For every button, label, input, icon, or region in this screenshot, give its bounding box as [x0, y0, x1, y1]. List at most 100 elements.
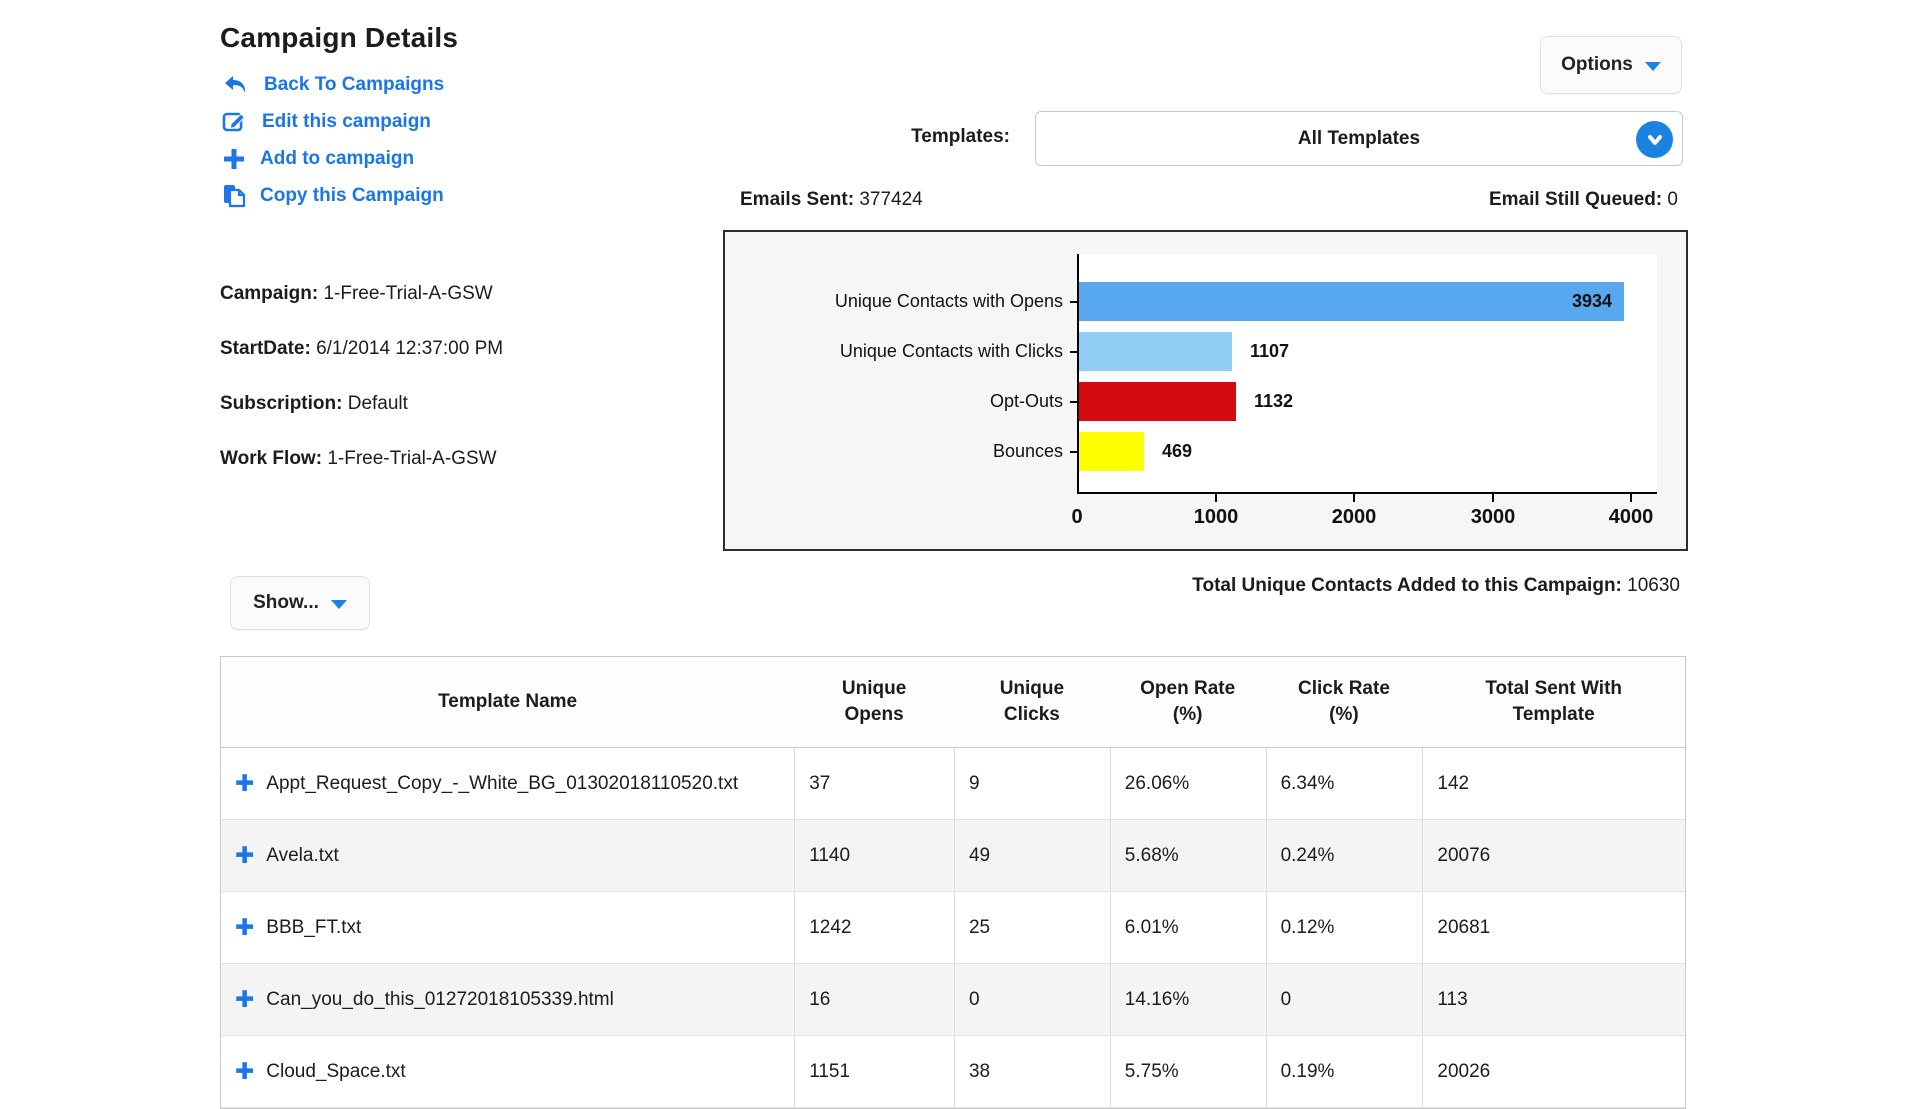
chevron-down-circle-icon [1636, 121, 1673, 158]
emails-queued-stat: Email Still Queued: 0 [1300, 189, 1678, 211]
expand-plus-icon[interactable]: ✚ [235, 844, 254, 867]
chart-category-label: Bounces [992, 441, 1063, 461]
column-header-template-name: Template Name [438, 691, 578, 713]
chart-category-label: Opt-Outs [989, 391, 1063, 411]
action-link-label: Back To Campaigns [264, 73, 445, 95]
template-stats-table: Template Name Unique Opens Unique Clicks Op… [220, 656, 1686, 1109]
table-cell: 20681 [1422, 892, 1685, 963]
y-axis-tick [1070, 400, 1079, 403]
table-cell: 0 [953, 964, 1110, 1035]
table-cell: 37 [794, 748, 954, 819]
action-link-copy-this-campaign[interactable]: Copy this Campaign [222, 177, 444, 214]
table-cell: 26.06% [1109, 748, 1266, 819]
x-axis-tick-label: 4000 [1608, 506, 1654, 528]
table-cell: 20026 [1422, 1036, 1685, 1107]
info-value: 1-Free-Trial-A-GSW [318, 283, 493, 304]
options-button[interactable]: Options [1540, 36, 1682, 94]
table-cell: 5.68% [1109, 820, 1266, 891]
chart-bar-value: 469 [1162, 441, 1193, 461]
table-cell: 1151 [794, 1036, 954, 1107]
y-axis-tick [1070, 300, 1079, 303]
expand-plus-icon[interactable]: ✚ [235, 916, 254, 939]
table-cell: 49 [953, 820, 1110, 891]
table-cell: 1140 [794, 820, 954, 891]
action-link-label: Edit this campaign [262, 110, 431, 132]
show-button[interactable]: Show... [230, 576, 370, 630]
action-link-back-to-campaigns[interactable]: Back To Campaigns [222, 66, 444, 103]
expand-plus-icon[interactable]: ✚ [235, 772, 254, 795]
column-header-total-sent-with: Total Sent With Template [1485, 678, 1622, 725]
column-header-unique: Unique Clicks [999, 678, 1065, 725]
chart-bar-unique-contacts-with-clicks [1079, 332, 1232, 371]
table-cell: 9 [953, 748, 1110, 819]
action-link-label: Copy this Campaign [260, 184, 444, 206]
options-button-label: Options [1561, 54, 1633, 75]
info-value: Default [342, 393, 408, 414]
template-name: Can_you_do_this_01272018105339.html [266, 988, 614, 1010]
template-name-cell: ✚ Avela.txt [221, 820, 794, 891]
total-contacts-label: Total Unique Contacts Added to this Camp… [1192, 575, 1622, 596]
table-cell: 6.34% [1265, 748, 1423, 819]
x-axis-tick-label: 0 [1071, 506, 1083, 528]
y-axis-tick [1070, 450, 1079, 453]
template-name: Appt_Request_Copy_-_White_BG_01302018110… [266, 772, 739, 794]
templates-label: Templates: [911, 126, 1010, 147]
info-value: 1-Free-Trial-A-GSW [322, 448, 497, 469]
table-cell: 113 [1422, 964, 1685, 1035]
chevron-down-icon [330, 599, 347, 609]
y-axis-tick [1070, 350, 1079, 353]
info-label: StartDate: [220, 338, 311, 359]
table-cell: 0 [1265, 964, 1423, 1035]
total-contacts-stat: Total Unique Contacts Added to this Camp… [1000, 575, 1680, 597]
expand-plus-icon[interactable]: ✚ [235, 988, 254, 1011]
table-row: ✚ Appt_Request_Copy_-_White_BG_0130201811… [221, 748, 1685, 820]
chart-bar-bounces [1079, 432, 1144, 471]
info-value: 6/1/2014 12:37:00 PM [310, 338, 504, 359]
column-header-click-rate: Click Rate (%) [1298, 678, 1390, 725]
table-cell: 0.19% [1265, 1036, 1423, 1107]
info-line-work-flow: Work Flow: 1-Free-Trial-A-GSW [220, 448, 503, 503]
campaign-actions: Back To Campaigns Edit this campaign Add t… [222, 66, 444, 214]
table-cell: 5.75% [1109, 1036, 1266, 1107]
template-name: Cloud_Space.txt [266, 1060, 406, 1082]
show-button-label: Show... [253, 592, 319, 613]
emails-sent-stat: Emails Sent: 377424 [740, 189, 923, 211]
table-header-row: Template Name Unique Opens Unique Clicks Op… [221, 657, 1685, 748]
templates-dropdown[interactable]: All Templates [1035, 111, 1683, 166]
campaign-info: Campaign: 1-Free-Trial-A-GSW StartDate: 6… [220, 283, 503, 503]
table-row: ✚ Cloud_Space.txt 1151 38 5.75% 0.19% 20026 [221, 1036, 1685, 1108]
chart-bar-value: 3934 [1571, 291, 1612, 311]
action-link-label: Add to campaign [260, 147, 415, 169]
emails-sent-label: Emails Sent: [740, 189, 855, 210]
table-cell: 38 [953, 1036, 1110, 1107]
back-arrow-icon [222, 73, 250, 97]
template-name-cell: ✚ BBB_FT.txt [221, 892, 794, 963]
template-name-cell: ✚ Can_you_do_this_01272018105339.html [221, 964, 794, 1035]
table-cell: 142 [1422, 748, 1685, 819]
table-cell: 14.16% [1109, 964, 1266, 1035]
x-axis-tick-label: 1000 [1193, 506, 1239, 528]
table-cell: 20076 [1422, 820, 1685, 891]
info-line-startdate: StartDate: 6/1/2014 12:37:00 PM [220, 338, 503, 393]
template-name: BBB_FT.txt [266, 916, 362, 938]
emails-queued-label: Email Still Queued: [1488, 189, 1663, 210]
chevron-down-icon [1644, 61, 1661, 71]
action-link-add-to-campaign[interactable]: Add to campaign [222, 140, 444, 177]
page-title: Campaign Details [220, 22, 459, 53]
action-link-edit-this-campaign[interactable]: Edit this campaign [222, 103, 444, 140]
x-axis-tick [1353, 494, 1355, 502]
template-name-cell: ✚ Appt_Request_Copy_-_White_BG_0130201811… [221, 748, 794, 819]
info-line-subscription: Subscription: Default [220, 393, 503, 448]
table-row: ✚ Avela.txt 1140 49 5.68% 0.24% 20076 [221, 820, 1685, 892]
emails-sent-value: 377424 [859, 189, 923, 210]
edit-icon [222, 110, 248, 134]
table-cell: 25 [953, 892, 1110, 963]
info-label: Work Flow: [220, 448, 323, 469]
x-axis-tick [1492, 494, 1494, 502]
chart-bar-value: 1107 [1250, 341, 1290, 361]
templates-dropdown-value: All Templates [1297, 127, 1421, 149]
chart-bar-value: 1132 [1254, 391, 1294, 411]
table-cell: 6.01% [1109, 892, 1266, 963]
chart-category-label: Unique Contacts with Clicks [839, 341, 1063, 361]
table-body: ✚ Appt_Request_Copy_-_White_BG_0130201811… [221, 748, 1685, 1108]
